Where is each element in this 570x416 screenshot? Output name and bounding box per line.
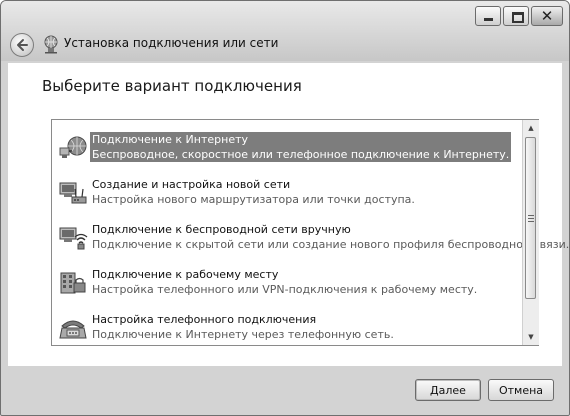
option-text: Настройка телефонного подключения Подклю… — [90, 312, 396, 342]
option-subtitle: Подключение к Интернету через телефонную… — [92, 328, 394, 341]
content-area: Выберите вариант подключения Подключение… — [8, 63, 569, 366]
option-subtitle: Подключение к скрытой сети или создание … — [92, 238, 570, 251]
phone-icon — [59, 320, 87, 339]
option-text: Подключение к рабочему месту Настройка т… — [90, 267, 479, 297]
close-icon: ✕ — [540, 7, 554, 25]
option-text: Подключение к Интернету Беспроводное, ск… — [90, 132, 512, 162]
page-heading: Выберите вариант подключения — [42, 77, 302, 95]
option-dialup[interactable]: Настройка телефонного подключения Подклю… — [54, 311, 522, 345]
option-subtitle: Настройка телефонного или VPN-подключени… — [92, 283, 478, 296]
workplace-icon — [60, 272, 86, 294]
globe-network-icon — [59, 136, 87, 158]
option-text: Подключение к беспроводной сети вручную … — [90, 222, 570, 252]
option-text: Создание и настройка новой сети Настройк… — [90, 177, 417, 207]
cancel-button[interactable]: Отмена — [488, 379, 554, 401]
option-title: Подключение к беспроводной сети вручную — [92, 223, 351, 236]
scroll-thumb[interactable] — [525, 137, 536, 299]
minimize-button[interactable] — [475, 6, 501, 26]
minimize-icon — [484, 18, 493, 21]
option-title: Создание и настройка новой сети — [92, 178, 291, 191]
scroll-down-icon[interactable]: ▼ — [523, 329, 539, 345]
wireless-network-icon — [59, 227, 88, 250]
back-button[interactable] — [10, 33, 34, 57]
scroll-up-icon[interactable]: ▲ — [523, 120, 539, 136]
close-button[interactable]: ✕ — [531, 6, 563, 26]
window-title: Установка подключения или сети — [64, 36, 279, 50]
title-bar: ✕ Установка подключения или сети — [1, 1, 569, 61]
maximize-icon — [512, 12, 524, 23]
connection-options-list[interactable]: Подключение к Интернету Беспроводное, ск… — [51, 119, 569, 346]
option-new-network[interactable]: Создание и настройка новой сети Настройк… — [54, 176, 522, 210]
option-title: Настройка телефонного подключения — [92, 313, 317, 326]
maximize-button[interactable] — [503, 6, 529, 26]
list-scrollbar[interactable]: ▲ ▼ — [522, 120, 539, 345]
option-title: Подключение к Интернету — [92, 133, 249, 146]
option-title: Подключение к рабочему месту — [92, 268, 279, 281]
dialog-window: ✕ Установка подключения или сети Выберит… — [0, 0, 570, 416]
option-subtitle: Настройка нового маршрутизатора или точк… — [92, 193, 415, 206]
network-router-icon — [59, 182, 87, 204]
option-internet[interactable]: Подключение к Интернету Беспроводное, ск… — [54, 131, 522, 165]
option-subtitle: Беспроводное, скоростное или телефонное … — [92, 148, 510, 161]
grip-icon — [528, 215, 534, 222]
next-button[interactable]: Далее — [415, 379, 481, 401]
option-wireless-manual[interactable]: Подключение к беспроводной сети вручную … — [54, 221, 569, 255]
network-setup-icon — [44, 35, 58, 54]
back-arrow-icon — [17, 39, 28, 51]
option-workplace[interactable]: Подключение к рабочему месту Настройка т… — [54, 266, 522, 300]
